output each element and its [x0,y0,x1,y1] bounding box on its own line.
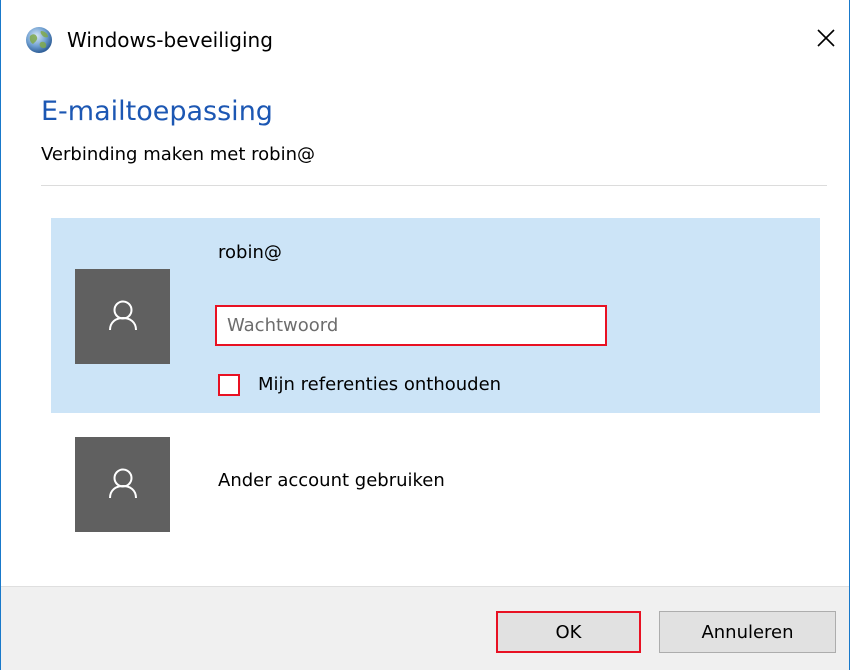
remember-credentials-label: Mijn referenties onthouden [258,374,502,395]
remember-credentials-checkbox[interactable] [218,374,240,396]
close-icon [817,29,835,51]
divider [41,185,827,186]
close-button[interactable] [803,20,849,60]
credential-dialog: Windows-beveiliging E-mailtoepassing Ver… [0,0,850,670]
ok-button[interactable]: OK [496,611,641,653]
title-bar: Windows-beveiliging [1,0,849,80]
password-input[interactable] [215,305,607,346]
app-name-heading: E-mailtoepassing [41,96,273,127]
connection-subtitle: Verbinding maken met robin@ [41,144,315,165]
user-icon [106,466,140,504]
window-title: Windows-beveiliging [67,28,273,52]
windows-security-globe-icon [24,25,54,55]
other-account-avatar [75,437,170,532]
user-icon [106,298,140,336]
user-avatar [75,269,170,364]
cancel-button[interactable]: Annuleren [659,611,836,653]
account-username: robin@ [218,242,282,263]
dialog-footer: OK Annuleren [1,586,849,670]
other-account-label: Ander account gebruiken [218,470,445,491]
remember-credentials-option[interactable]: Mijn referenties onthouden [218,371,501,399]
